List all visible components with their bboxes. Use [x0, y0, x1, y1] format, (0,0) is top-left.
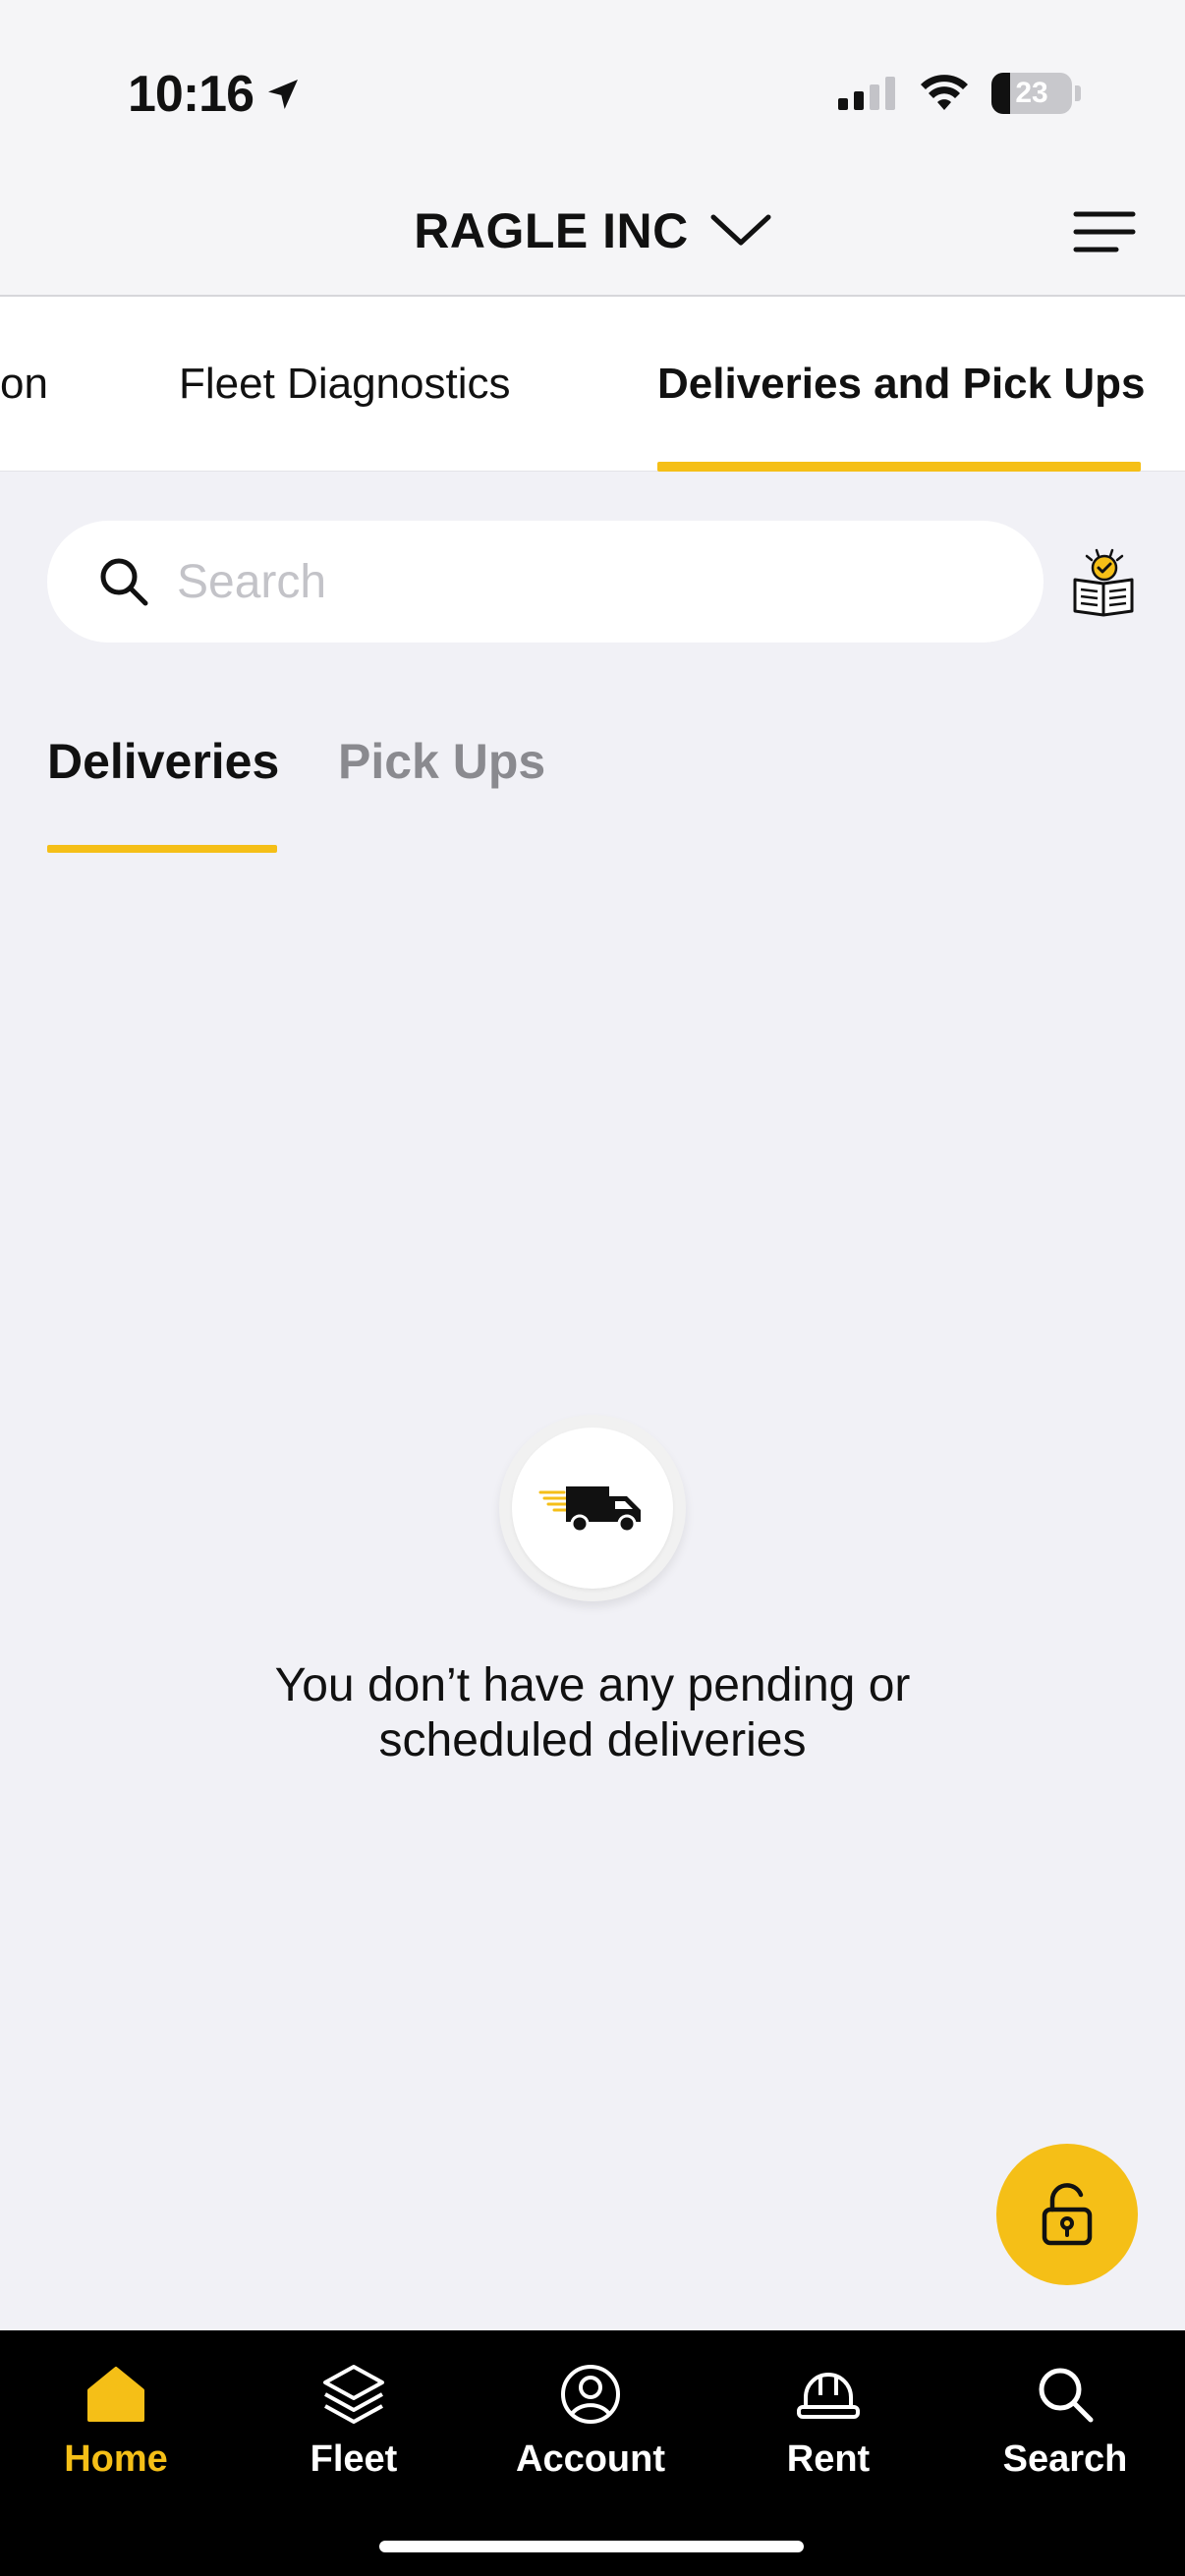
nav-rent-icon-wrap [796, 2358, 861, 2431]
home-indicator [379, 2541, 804, 2552]
top-tab-bar: on Fleet Diagnostics Deliveries and Pick… [0, 297, 1185, 472]
empty-state-line-1: You don’t have any pending or [274, 1659, 911, 1711]
unlock-fab-button[interactable] [996, 2144, 1138, 2285]
search-bar[interactable] [47, 521, 1044, 643]
nav-home-icon-wrap [85, 2358, 146, 2431]
status-bar: 10:16 23 [0, 0, 1185, 177]
battery-level: 23 [1015, 77, 1048, 109]
nav-search-icon-wrap [1036, 2358, 1095, 2431]
nav-fleet-icon-wrap [321, 2358, 386, 2431]
location-arrow-icon [268, 80, 298, 109]
tab-partial[interactable]: on [0, 297, 48, 472]
status-time-text: 10:16 [128, 66, 254, 123]
account-icon [561, 2365, 620, 2424]
tab-fleet-diagnostics[interactable]: Fleet Diagnostics [179, 297, 510, 472]
empty-state-badge [499, 1415, 686, 1601]
nav-account-icon-wrap [559, 2358, 622, 2431]
battery-icon: 23 [991, 73, 1072, 114]
empty-state-badge-inner [512, 1428, 673, 1589]
active-tab-indicator [657, 462, 1141, 472]
nav-home-label: Home [64, 2438, 168, 2480]
cellular-signal-icon [838, 77, 895, 110]
unlock-icon [1042, 2183, 1093, 2246]
nav-account-label: Account [516, 2438, 665, 2480]
status-time: 10:16 [128, 65, 303, 124]
wifi-icon [921, 75, 968, 110]
nav-fleet[interactable]: Fleet [265, 2358, 442, 2481]
battery-cap [1075, 85, 1081, 101]
chevron-down-icon [710, 214, 771, 246]
status-icons: 23 [838, 73, 1081, 114]
guide-book-icon[interactable] [1069, 546, 1138, 619]
nav-rent[interactable]: Rent [740, 2358, 917, 2481]
nav-search[interactable]: Search [977, 2358, 1154, 2481]
app-header: RAGLE INC [0, 177, 1185, 295]
empty-state-message: You don’t have any pending or scheduled … [0, 1658, 1185, 1768]
company-name: RAGLE INC [414, 203, 689, 258]
nav-home[interactable]: Home [28, 2358, 204, 2481]
delivery-truck-icon [538, 1486, 641, 1534]
nav-account[interactable]: Account [502, 2358, 679, 2481]
subtab-active-indicator [47, 845, 277, 853]
subtab-pick-ups[interactable]: Pick Ups [338, 733, 545, 790]
subtab-deliveries[interactable]: Deliveries [47, 733, 279, 790]
empty-state-line-2: scheduled deliveries [378, 1714, 807, 1766]
search-input[interactable] [177, 521, 1002, 643]
nav-rent-label: Rent [786, 2438, 871, 2480]
nav-search-label: Search [1002, 2438, 1128, 2480]
tab-deliveries-and-pick-ups[interactable]: Deliveries and Pick Ups [657, 297, 1145, 472]
search-icon [1039, 2368, 1094, 2423]
company-selector[interactable]: RAGLE INC [0, 202, 1185, 259]
hard-hat-icon [797, 2373, 860, 2419]
battery-indicator: 23 [991, 73, 1081, 114]
search-icon [100, 558, 148, 606]
home-icon [87, 2367, 144, 2422]
hamburger-menu-icon[interactable] [1073, 202, 1136, 261]
bottom-nav: Home Fleet Account Rent Search [0, 2330, 1185, 2576]
layers-icon [323, 2365, 384, 2424]
nav-fleet-label: Fleet [310, 2438, 398, 2480]
